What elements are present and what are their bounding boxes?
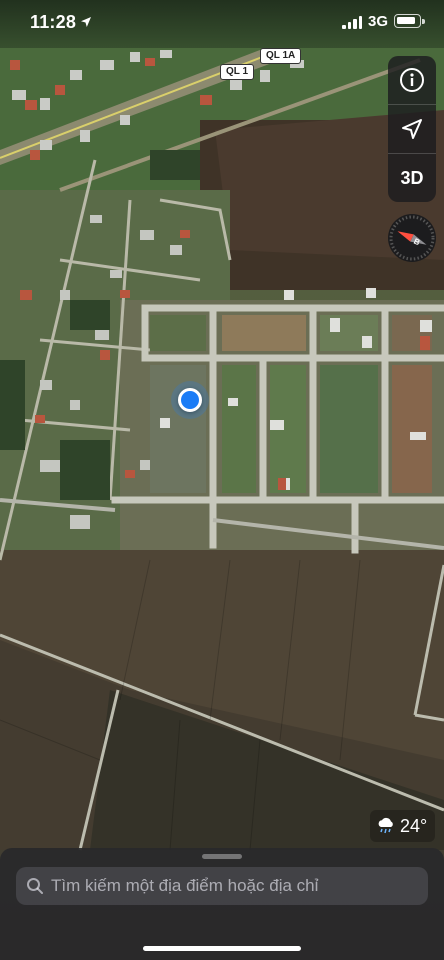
network-type: 3G xyxy=(368,13,389,30)
3d-label: 3D xyxy=(400,167,424,188)
info-button[interactable] xyxy=(388,56,436,104)
search-icon xyxy=(27,878,43,894)
status-time: 11:28 xyxy=(30,12,77,32)
cellular-signal-icon xyxy=(342,15,364,29)
location-arrow-icon xyxy=(402,119,422,139)
location-arrow-icon xyxy=(81,17,91,27)
home-indicator[interactable] xyxy=(143,946,301,951)
road-shield-ql1: QL 1 xyxy=(220,64,255,80)
search-field[interactable]: Tìm kiếm một địa điểm hoặc địa chỉ xyxy=(16,867,428,905)
status-bar: 11:28 3G xyxy=(0,0,444,48)
compass-button[interactable]: B xyxy=(388,214,436,262)
sheet-grabber[interactable] xyxy=(202,854,242,859)
road-shield-ql1a: QL 1A xyxy=(260,48,302,64)
compass-icon: B xyxy=(389,215,435,261)
weather-badge[interactable]: 24° xyxy=(370,810,436,842)
bottom-sheet[interactable]: Tìm kiếm một địa điểm hoặc địa chỉ xyxy=(0,848,444,960)
battery-icon xyxy=(394,14,425,28)
user-location-dot[interactable] xyxy=(178,388,202,412)
search-placeholder: Tìm kiếm một địa điểm hoặc địa chỉ xyxy=(51,876,319,895)
info-icon xyxy=(400,68,424,92)
3d-button[interactable]: 3D xyxy=(388,154,436,202)
rain-cloud-icon xyxy=(378,817,393,834)
tracking-button[interactable] xyxy=(388,105,436,153)
weather-temperature: 24° xyxy=(400,815,428,836)
map-controls: 3D xyxy=(388,56,436,202)
